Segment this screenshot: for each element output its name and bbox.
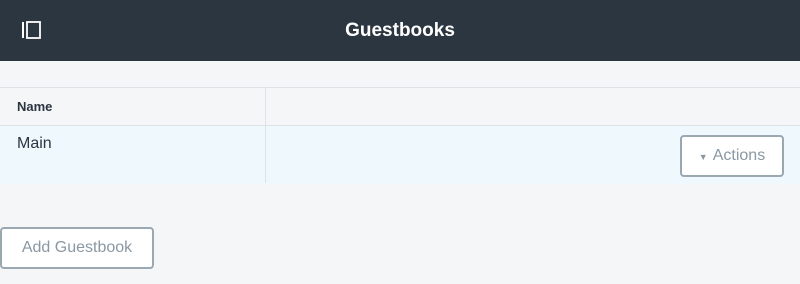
guestbooks-table: Name Main ▼ Actions	[0, 87, 800, 184]
top-bar: Guestbooks	[0, 0, 800, 61]
add-guestbook-button[interactable]: Add Guestbook	[0, 227, 154, 269]
table-header: Name	[0, 88, 800, 126]
add-guestbook-label: Add Guestbook	[21, 239, 133, 256]
column-divider	[265, 88, 266, 183]
page-title: Guestbooks	[345, 20, 455, 41]
column-header-name: Name	[17, 99, 53, 114]
guestbook-name: Main	[17, 135, 52, 152]
actions-button[interactable]: ▼ Actions	[680, 135, 784, 177]
actions-label: Actions	[712, 147, 766, 164]
table-row: Main ▼ Actions	[0, 126, 800, 184]
caret-down-icon: ▼	[698, 152, 708, 162]
